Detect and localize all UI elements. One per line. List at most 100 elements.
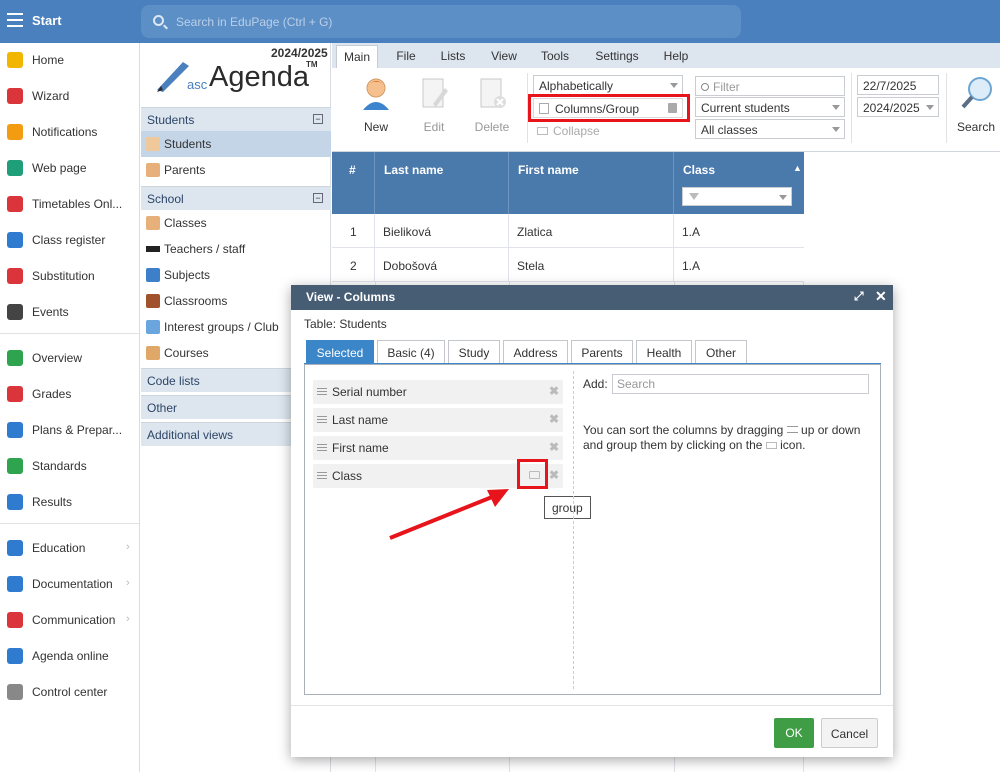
close-icon[interactable]: ✕ bbox=[875, 288, 887, 305]
filter-icon bbox=[689, 193, 699, 200]
global-search-input[interactable]: Search in EduPage (Ctrl + G) bbox=[141, 5, 741, 38]
edit-button[interactable]: Edit bbox=[409, 76, 459, 136]
students-filter-select[interactable]: Current students bbox=[695, 97, 845, 117]
maximize-icon[interactable]: ⤢ bbox=[854, 289, 864, 304]
add-column-search-input[interactable]: Search bbox=[612, 374, 869, 394]
drag-handle-icon[interactable] bbox=[317, 444, 327, 452]
tab-other[interactable]: Other bbox=[695, 340, 747, 365]
student-icon bbox=[146, 137, 160, 151]
tab-lists[interactable]: Lists bbox=[433, 45, 473, 68]
drag-handle-icon[interactable] bbox=[317, 416, 327, 424]
remove-icon[interactable]: ✖ bbox=[549, 412, 559, 426]
column-item-first-name[interactable]: First name ✖ bbox=[313, 436, 563, 460]
tab-study[interactable]: Study bbox=[448, 340, 500, 365]
column-header-class[interactable]: Class ▲ bbox=[674, 152, 804, 214]
menu-icon[interactable] bbox=[7, 13, 23, 27]
classes-icon bbox=[146, 216, 160, 230]
nav-item-class-register[interactable]: Class register bbox=[0, 228, 139, 254]
tab-main[interactable]: Main bbox=[336, 45, 378, 68]
cancel-button[interactable]: Cancel bbox=[821, 718, 878, 748]
search-button[interactable]: Search bbox=[952, 76, 1000, 136]
tab-file[interactable]: File bbox=[388, 45, 424, 68]
nav-item-events[interactable]: Events bbox=[0, 300, 139, 326]
start-label[interactable]: Start bbox=[32, 13, 62, 28]
school-section-header[interactable]: School − bbox=[141, 186, 331, 210]
chevron-down-icon bbox=[926, 105, 934, 110]
tab-parents[interactable]: Parents bbox=[571, 340, 633, 365]
sort-asc-icon[interactable]: ▲ bbox=[793, 163, 802, 173]
table-cell[interactable]: Zlatica bbox=[509, 214, 674, 248]
briefcase-icon bbox=[7, 422, 23, 438]
collapse-icon[interactable]: − bbox=[313, 193, 323, 203]
tab-health[interactable]: Health bbox=[636, 340, 692, 365]
nav-item-communication[interactable]: Communication › bbox=[0, 608, 139, 634]
subnav-item-students[interactable]: Students bbox=[141, 131, 331, 157]
remove-icon[interactable]: ✖ bbox=[549, 468, 559, 482]
tab-address[interactable]: Address bbox=[503, 340, 568, 365]
tab-view[interactable]: View bbox=[484, 45, 524, 68]
tab-tools[interactable]: Tools bbox=[535, 45, 575, 68]
filter-input[interactable]: Filter bbox=[695, 76, 845, 96]
book-icon bbox=[7, 232, 23, 248]
students-section-header[interactable]: Students − bbox=[141, 107, 331, 131]
nav-item-results[interactable]: Results bbox=[0, 490, 139, 516]
column-header-last-name[interactable]: Last name bbox=[375, 152, 509, 214]
table-cell[interactable]: Stela bbox=[509, 248, 674, 282]
collapse-icon[interactable]: − bbox=[313, 114, 323, 124]
drag-handle-icon[interactable] bbox=[317, 472, 327, 480]
nav-item-wizard[interactable]: Wizard bbox=[0, 84, 139, 110]
sort-select[interactable]: Alphabetically bbox=[533, 75, 683, 95]
drag-handle-icon[interactable] bbox=[317, 388, 327, 396]
drag-handle-icon bbox=[786, 426, 798, 433]
nav-item-substitution[interactable]: Substitution bbox=[0, 264, 139, 290]
tab-selected[interactable]: Selected bbox=[306, 340, 374, 365]
column-item-last-name[interactable]: Last name ✖ bbox=[313, 408, 563, 432]
tab-help[interactable]: Help bbox=[657, 45, 695, 68]
asc-agenda-logo: asc Agenda TM bbox=[153, 56, 328, 98]
column-header-first-name[interactable]: First name bbox=[509, 152, 674, 214]
subnav-item-teachers[interactable]: Teachers / staff bbox=[141, 236, 331, 262]
class-column-filter[interactable] bbox=[682, 187, 792, 206]
remove-icon[interactable]: ✖ bbox=[549, 440, 559, 454]
nav-item-control-center[interactable]: Control center bbox=[0, 680, 139, 706]
ribbon-toolbar: New Edit Delete Alphabetically Columns/G… bbox=[332, 68, 1000, 152]
new-button[interactable]: New bbox=[351, 76, 401, 136]
nav-item-agenda-online[interactable]: Agenda online bbox=[0, 644, 139, 670]
table-cell[interactable]: Bieliková bbox=[375, 214, 509, 248]
collapse-button[interactable]: Collapse bbox=[537, 124, 600, 138]
ok-button[interactable]: OK bbox=[774, 718, 814, 748]
delete-button[interactable]: Delete bbox=[467, 76, 517, 136]
date-input[interactable]: 22/7/2025 bbox=[857, 75, 939, 95]
column-item-serial-number[interactable]: Serial number ✖ bbox=[313, 380, 563, 404]
nav-item-overview[interactable]: Overview bbox=[0, 346, 139, 372]
table-cell[interactable]: 1 bbox=[332, 214, 375, 248]
remove-icon[interactable]: ✖ bbox=[549, 384, 559, 398]
nav-item-documentation[interactable]: Documentation › bbox=[0, 572, 139, 598]
nav-item-education[interactable]: Education › bbox=[0, 536, 139, 562]
nav-item-grades[interactable]: Grades bbox=[0, 382, 139, 408]
search-icon bbox=[701, 83, 709, 91]
nav-item-home[interactable]: Home bbox=[0, 48, 139, 74]
nav-item-standards[interactable]: Standards bbox=[0, 454, 139, 480]
columns-group-highlight bbox=[528, 94, 690, 122]
table-cell[interactable]: 1.A bbox=[674, 248, 804, 282]
tab-basic[interactable]: Basic (4) bbox=[377, 340, 445, 365]
calendar-icon bbox=[7, 304, 23, 320]
pointer-arrow-icon bbox=[389, 489, 509, 540]
dialog-title-bar: View - Columns ⤢ ✕ bbox=[291, 285, 893, 310]
classes-filter-select[interactable]: All classes bbox=[695, 119, 845, 139]
tab-settings[interactable]: Settings bbox=[588, 45, 646, 68]
star-icon bbox=[7, 52, 23, 68]
nav-item-notifications[interactable]: Notifications bbox=[0, 120, 139, 146]
nav-item-plans-prepar[interactable]: Plans & Prepar... bbox=[0, 418, 139, 444]
table-label: Table: Students bbox=[304, 317, 387, 331]
nav-item-timetables-onl[interactable]: Timetables Onl... bbox=[0, 192, 139, 218]
year-select[interactable]: 2024/2025 bbox=[857, 97, 939, 117]
table-cell[interactable]: 2 bbox=[332, 248, 375, 282]
nav-item-web-page[interactable]: Web page bbox=[0, 156, 139, 182]
column-header-number[interactable]: # bbox=[332, 152, 375, 214]
subnav-item-parents[interactable]: Parents bbox=[141, 157, 331, 183]
table-cell[interactable]: Dobošová bbox=[375, 248, 509, 282]
table-cell[interactable]: 1.A bbox=[674, 214, 804, 248]
subnav-item-classes[interactable]: Classes bbox=[141, 210, 331, 236]
